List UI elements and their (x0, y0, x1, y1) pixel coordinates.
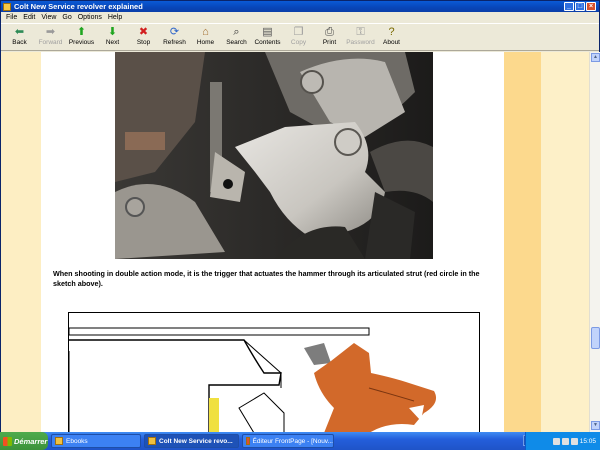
task-label: Ebooks (66, 437, 88, 445)
vertical-scrollbar[interactable]: ▲ ▼ (589, 52, 600, 432)
toolbar-label: Search (226, 39, 247, 46)
caption-text: When shooting in double action mode, it … (53, 269, 480, 288)
menu-go[interactable]: Go (62, 14, 71, 21)
password-button: ⚿ Password (345, 24, 376, 51)
toolbar-label: Password (346, 39, 375, 46)
toolbar-label: Print (322, 39, 337, 46)
folder-icon (55, 437, 63, 445)
home-icon: ⌂ (202, 26, 209, 38)
menu-view[interactable]: View (41, 14, 56, 21)
right-margin-stripe (504, 52, 541, 432)
print-icon: ⎙ (325, 26, 334, 38)
toolbar-label: About (383, 39, 400, 46)
clock: 15:05 (579, 437, 596, 445)
tray-network-icon[interactable] (552, 437, 560, 445)
mechanism-sketch (68, 312, 480, 432)
taskbar-item-colt[interactable]: Colt New Service revo... (144, 434, 239, 448)
forward-button: ➡ Forward (35, 24, 66, 51)
app-icon (3, 2, 11, 11)
arrow-up-icon: ⬆ (76, 26, 87, 38)
start-button[interactable]: Démarrer (0, 432, 48, 450)
toolbar-label: Copy (290, 39, 307, 46)
toolbar-label: Previous (68, 39, 95, 46)
menu-file[interactable]: File (6, 14, 17, 21)
taskbar: Démarrer Ebooks Colt New Service revo...… (0, 432, 600, 450)
toolbar-label: Back (12, 39, 27, 46)
refresh-button[interactable]: ⟳ Refresh (159, 24, 190, 51)
help-book-icon (148, 437, 156, 445)
arrow-left-icon: ⬅ (14, 26, 25, 38)
stop-button[interactable]: ✖ Stop (128, 24, 159, 51)
revolver-mechanism-photo (115, 52, 433, 259)
content-viewport: When shooting in double action mode, it … (1, 52, 589, 432)
taskbar-item-frontpage[interactable]: Éditeur FrontPage - [Nouv... (242, 434, 334, 448)
menu-edit[interactable]: Edit (23, 14, 35, 21)
task-label: Colt New Service revo... (159, 437, 233, 445)
tray-app-icon[interactable] (570, 437, 578, 445)
window-title: Colt New Service revolver explained (14, 2, 143, 11)
home-button[interactable]: ⌂ Home (190, 24, 221, 51)
password-icon: ⚿ (356, 26, 365, 38)
contents-button[interactable]: ▤ Contents (252, 24, 283, 51)
left-margin-stripe (1, 52, 41, 432)
toolbar-label: Forward (38, 39, 63, 46)
taskbar-item-ebooks[interactable]: Ebooks (51, 434, 141, 448)
task-label: Éditeur FrontPage - [Nouv... (252, 437, 333, 445)
about-button[interactable]: ? About (376, 24, 407, 51)
application-window: Colt New Service revolver explained _ □ … (0, 0, 600, 432)
start-label: Démarrer (14, 436, 48, 446)
maximize-button[interactable]: □ (575, 2, 585, 11)
toolbar-label: Contents (254, 39, 281, 46)
back-button[interactable]: ⬅ Back (4, 24, 35, 51)
copy-icon: ❐ (293, 26, 304, 38)
copy-button: ❐ Copy (283, 24, 314, 51)
toolbar-label: Refresh (163, 39, 186, 46)
arrow-right-icon: ➡ (45, 26, 56, 38)
search-button[interactable]: ⌕ Search (221, 24, 252, 51)
scroll-up-arrow-icon[interactable]: ▲ (591, 53, 600, 62)
menu-help[interactable]: Help (108, 14, 122, 21)
menu-bar: File Edit View Go Options Help (1, 12, 599, 23)
toolbar-label: Stop (136, 39, 151, 46)
search-icon: ⌕ (233, 26, 240, 38)
tray-volume-icon[interactable] (561, 437, 569, 445)
refresh-icon: ⟳ (169, 26, 180, 38)
stop-icon: ✖ (138, 26, 149, 38)
scrollbar-thumb[interactable] (591, 327, 600, 349)
system-tray: 15:05 (525, 432, 600, 450)
frontpage-icon (246, 437, 250, 445)
contents-icon: ▤ (262, 26, 273, 38)
arrow-down-icon: ⬇ (107, 26, 118, 38)
toolbar-label: Next (105, 39, 120, 46)
document-page: When shooting in double action mode, it … (41, 52, 504, 432)
close-button[interactable]: × (586, 2, 596, 11)
next-button[interactable]: ⬇ Next (97, 24, 128, 51)
right-margin-outer (541, 52, 589, 432)
toolbar: ⬅ Back ➡ Forward ⬆ Previous ⬇ Next ✖ Stop ⟳ Refresh… (1, 23, 599, 51)
about-icon: ? (388, 26, 395, 38)
scroll-down-arrow-icon[interactable]: ▼ (591, 421, 600, 430)
windows-logo-icon (3, 436, 12, 446)
title-bar[interactable]: Colt New Service revolver explained _ □ … (1, 1, 599, 12)
toolbar-label: Home (196, 39, 215, 46)
menu-options[interactable]: Options (78, 14, 102, 21)
previous-button[interactable]: ⬆ Previous (66, 24, 97, 51)
print-button[interactable]: ⎙ Print (314, 24, 345, 51)
minimize-button[interactable]: _ (564, 2, 574, 11)
